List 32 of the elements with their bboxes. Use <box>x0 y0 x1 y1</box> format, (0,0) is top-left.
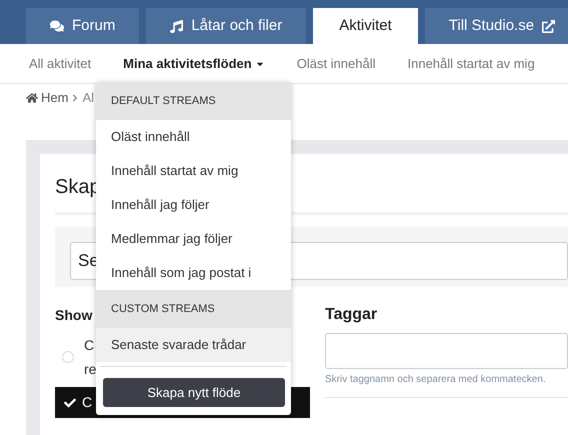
menu-item[interactable]: Oläst innehåll <box>96 120 291 154</box>
radio-label: C <box>84 336 96 355</box>
check-icon <box>64 396 76 408</box>
menu-item[interactable]: Senaste svarade trådar <box>96 328 291 362</box>
section-heading: Taggar <box>325 305 378 325</box>
nav-tab[interactable]: Forum <box>26 8 140 44</box>
breadcrumb-link[interactable]: Al <box>82 88 94 108</box>
menu-item[interactable]: Innehåll jag följer <box>96 188 291 222</box>
create-stream-button[interactable]: Skapa nytt flöde <box>103 378 285 407</box>
subnav-link[interactable]: Mina aktivitetsflöden <box>123 54 265 74</box>
nav-tab[interactable]: Aktivitet <box>313 8 418 44</box>
tags-field[interactable] <box>325 333 568 369</box>
music-note-icon <box>170 20 184 32</box>
chevron-icon <box>71 94 80 102</box>
subnav-link[interactable]: All aktivitet <box>29 54 92 74</box>
radio-button[interactable] <box>62 351 74 363</box>
section-heading: Show <box>55 306 92 325</box>
external-link-icon <box>542 20 556 32</box>
home-icon <box>26 92 38 104</box>
menu-section-heading: CUSTOM STREAMS <box>96 290 291 328</box>
radio-label: re <box>84 360 96 379</box>
menu-item[interactable]: Medlemmar jag följer <box>96 222 291 256</box>
menu-item[interactable]: Innehåll som jag postat i <box>96 256 291 290</box>
subnav-link[interactable]: Oläst innehåll <box>296 54 376 74</box>
chat-icon <box>50 19 64 33</box>
menu-item[interactable]: Innehåll startat av mig <box>96 154 291 188</box>
tags-hint: Skriv taggnamn och separera med kommatecken. <box>325 373 547 387</box>
menu-section-heading: DEFAULT STREAMS <box>96 82 291 120</box>
breadcrumb-link[interactable]: Hem <box>41 88 68 108</box>
subnav-link[interactable]: Innehåll startat av mig <box>408 54 535 74</box>
nav-tab[interactable]: Till Studio.se <box>424 8 568 44</box>
nav-tab[interactable]: Låtar och filer <box>146 8 306 44</box>
